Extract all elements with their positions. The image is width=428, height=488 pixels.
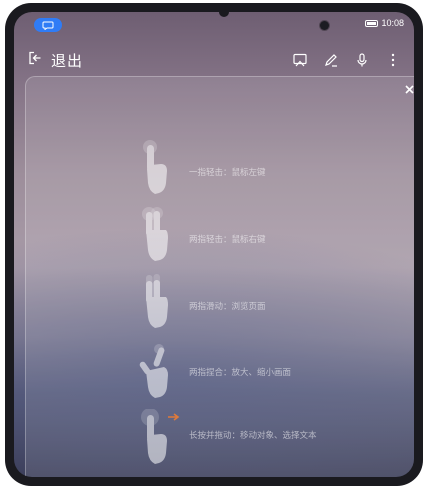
front-camera: [320, 21, 329, 30]
gesture-item: 两指轻击：鼠标右键: [26, 206, 414, 266]
pen-icon[interactable]: [315, 46, 346, 74]
exit-icon: [28, 51, 42, 70]
close-icon[interactable]: [401, 81, 414, 97]
microphone-icon[interactable]: [346, 46, 377, 74]
exit-label: 退出: [51, 52, 84, 70]
device-frame: 10:08 退出 一指轻击：鼠标左键 两指轻击：鼠标右键 两指滑动：浏览页面 两…: [5, 3, 423, 486]
gesture-label: 两指轻击：鼠标右键: [189, 234, 266, 244]
exit-button[interactable]: 退出: [28, 46, 83, 74]
status-time: 10:08: [381, 18, 404, 28]
gesture-item: 两指捏合：放大、缩小画面: [26, 343, 414, 403]
more-vertical-icon[interactable]: [377, 46, 408, 74]
gesture-label: 一指轻击：鼠标左键: [189, 167, 266, 177]
pinch-zoom-icon: [139, 344, 168, 398]
screen: 10:08 退出 一指轻击：鼠标左键 两指轻击：鼠标右键 两指滑动：浏览页面 两…: [14, 12, 414, 477]
status-bar: 10:08: [14, 12, 414, 38]
gesture-item: 一指轻击：鼠标左键: [26, 139, 414, 199]
gesture-label: 两指滑动：浏览页面: [189, 301, 266, 311]
gesture-label: 两指捏合：放大、缩小画面: [189, 367, 292, 377]
two-finger-scroll-icon: [146, 274, 168, 328]
status-right: 10:08: [365, 18, 404, 28]
gesture-guide-overlay: 一指轻击：鼠标左键 两指轻击：鼠标右键 两指滑动：浏览页面 两指捏合：放大、缩小…: [25, 76, 414, 477]
toolbar: 退出: [14, 46, 414, 74]
screen-cast-icon[interactable]: [284, 46, 315, 74]
drag-arrow-icon: [168, 413, 180, 421]
battery-icon: [365, 19, 379, 27]
gesture-label: 长按并拖动：移动对象、选择文本: [189, 430, 317, 440]
chat-status-icon: [34, 18, 62, 32]
gesture-item: 长按并拖动：移动对象、选择文本: [26, 409, 414, 469]
toolbar-icons: [284, 46, 408, 74]
one-finger-tap-icon: [143, 140, 167, 194]
two-finger-tap-icon: [142, 207, 168, 261]
gesture-item: 两指滑动：浏览页面: [26, 273, 414, 333]
